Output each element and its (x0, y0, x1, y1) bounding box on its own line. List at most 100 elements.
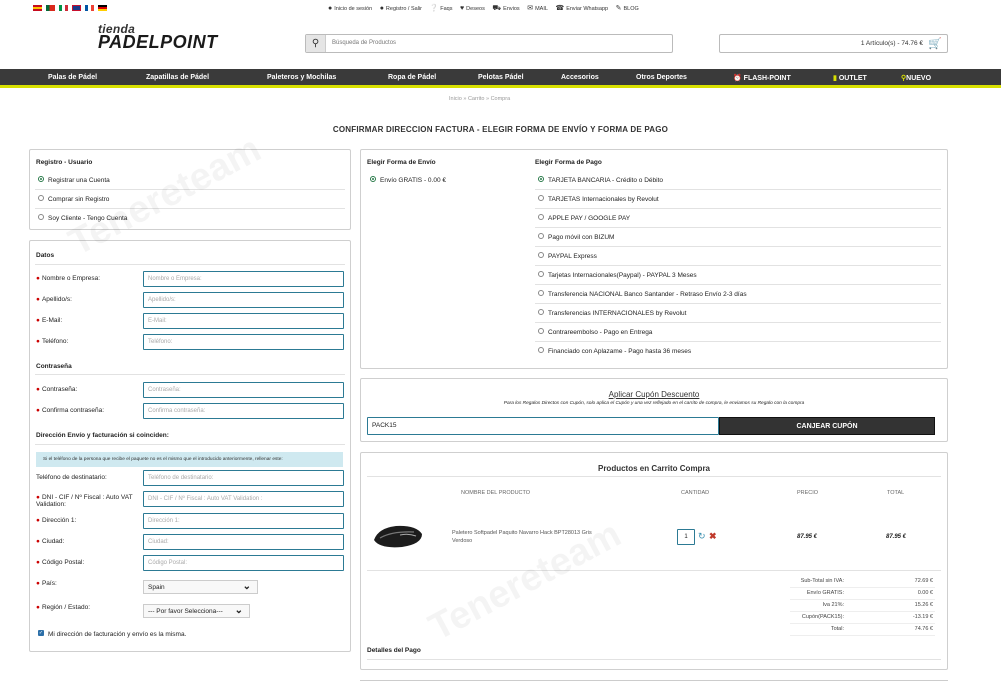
canjear-cupon-button[interactable]: CANJEAR CUPÓN (719, 417, 935, 435)
nav-item-nuevo[interactable]: ⚲NUEVO (901, 74, 931, 82)
surname-label: ● Apellido/s: (36, 296, 72, 303)
total-label: Cupón(PACK15): (801, 614, 844, 620)
envio-option-gratis[interactable]: Envío GRATIS - 0.00 € (370, 176, 446, 184)
nav-item-ropa[interactable]: Ropa de Pádel (388, 74, 436, 81)
top-links: ● Inicio de sesión ● Registro / Salir ❔ Faq… (328, 4, 645, 13)
carrito-panel (360, 452, 948, 670)
register-link[interactable]: ● Registro / Salir (379, 5, 422, 12)
site-logo[interactable]: tienda PADELPOINT (98, 22, 218, 53)
envio-title: Elegir Forma de Envío (367, 159, 436, 166)
product-price: 87.95 € (797, 534, 818, 540)
radio-selected-icon (38, 176, 44, 183)
name-field[interactable]: Nombre o Empresa: (143, 271, 344, 287)
search-input[interactable]: Búsqueda de Productos (332, 40, 396, 46)
whatsapp-link[interactable]: ☎ Enviar Whatsapp (555, 5, 608, 12)
flag-pt-icon[interactable] (46, 5, 55, 12)
region-select[interactable]: --- Por favor Selecciona--- ⌄ (143, 604, 250, 618)
country-select[interactable]: Spain ⌄ (143, 580, 258, 594)
postal-code-label: ● Código Postal: (36, 559, 85, 566)
radio-selected-icon (370, 176, 376, 183)
login-link[interactable]: ● Inicio de sesión (328, 5, 372, 12)
whatsapp-icon: ☎ (555, 5, 565, 12)
pago-option[interactable]: TARJETA BANCARIA - Crédito o Débito (538, 176, 663, 184)
flag-gb-icon[interactable] (72, 5, 81, 12)
nav-item-accesorios[interactable]: Accesorios (561, 74, 599, 81)
pago-option[interactable]: Transferencias INTERNACIONALES by Revolu… (538, 309, 686, 317)
registro-title: Registro - Usuario (36, 159, 93, 166)
pago-option[interactable]: Transferencia NACIONAL Banco Santander -… (538, 290, 747, 298)
flag-de-icon[interactable] (98, 5, 107, 12)
pago-option[interactable]: Pago móvil con BIZUM (538, 233, 614, 241)
phone-field[interactable]: Teléfono: (143, 334, 344, 350)
surname-field[interactable]: Apellido/s: (143, 292, 344, 308)
product-image[interactable] (372, 522, 424, 550)
pago-title: Elegir Forma de Pago (535, 159, 602, 166)
address-field[interactable]: Dirección 1: (143, 513, 344, 529)
flag-es-icon[interactable] (33, 5, 42, 12)
flag-fr-icon[interactable] (85, 5, 94, 12)
phone-label: ● Teléfono: (36, 338, 69, 345)
radio-icon (538, 252, 544, 259)
pago-option[interactable]: Financiado con Aplazame - Pago hasta 36 … (538, 347, 691, 355)
nav-item-palas[interactable]: Palas de Pádel (48, 74, 97, 81)
chevron-down-icon: ⌄ (242, 581, 251, 592)
pago-option[interactable]: Tarjetas Internacionales(Paypal) - PAYPA… (538, 271, 697, 279)
radio-icon (538, 195, 544, 202)
nav-item-otros[interactable]: Otros Deportes (636, 74, 687, 81)
confirm-password-field[interactable]: Confirma contraseña: (143, 403, 344, 419)
pago-option[interactable]: APPLE PAY / GOOGLE PAY (538, 214, 630, 222)
total-value: 72.69 € (914, 578, 933, 584)
nav-item-pelotas[interactable]: Pelotas Pádel (478, 74, 524, 81)
cupon-input[interactable]: PACK15 (367, 417, 719, 435)
radio-icon (38, 214, 44, 221)
registro-option-login[interactable]: Soy Cliente - Tengo Cuenta (38, 214, 127, 222)
pencil-icon: ✎ (615, 5, 622, 12)
user-icon: ● (328, 5, 333, 12)
city-label: ● Ciudad: (36, 538, 65, 545)
same-address-checkbox[interactable]: ✓ Mi dirección de facturación y envío es … (38, 630, 186, 638)
mail-icon: ✉ (527, 5, 534, 12)
mail-link[interactable]: ✉ MAIL (527, 5, 548, 12)
search-icon[interactable]: ⚲ (306, 35, 326, 52)
nav-item-flash[interactable]: ⏰ FLASH-POINT (733, 74, 791, 82)
blog-link[interactable]: ✎ BLOG (615, 5, 639, 12)
nav-item-zapatillas[interactable]: Zapatillas de Pádel (146, 74, 209, 81)
flag-it-icon[interactable] (59, 5, 68, 12)
refresh-icon[interactable]: ↻ (698, 531, 706, 542)
carrito-title: Productos en Carrito Compra (597, 464, 710, 473)
postal-code-field[interactable]: Código Postal: (143, 555, 344, 571)
bookmark-icon: ▮ (833, 75, 837, 82)
total-value: 0.00 € (917, 590, 933, 596)
city-field[interactable]: Ciudad: (143, 534, 344, 550)
delete-icon[interactable]: ✖ (709, 531, 717, 542)
quantity-field[interactable]: 1 (677, 529, 695, 545)
registro-option-register[interactable]: Registrar una Cuenta (38, 176, 110, 184)
col-total: TOTAL (887, 490, 905, 496)
truck-icon: ⛟ (492, 5, 502, 12)
pago-option[interactable]: TARJETAS Internacionales by Revolut (538, 195, 659, 203)
breadcrumb: Inicio » Carrito » Compra (449, 96, 511, 102)
shipping-link[interactable]: ⛟ Envios (492, 5, 519, 12)
pago-option[interactable]: PAYPAL Express (538, 252, 597, 260)
nav-item-outlet[interactable]: ▮ OUTLET (833, 74, 867, 82)
cart-summary[interactable]: 1 Artículo(s) - 74.76 € 🛒 (719, 34, 948, 53)
address-title: Dirección Envío y facturación si coincid… (36, 432, 169, 439)
wishlist-link[interactable]: ♥ Deseos (460, 5, 485, 12)
total-label: Envío GRATIS: (806, 590, 844, 596)
password-label: ● Contraseña: (36, 386, 78, 393)
pago-option[interactable]: Contrareembolso - Pago en Entrega (538, 328, 652, 336)
password-field[interactable]: Contraseña: (143, 382, 344, 398)
cupon-title[interactable]: Aplicar Cupón Descuento (360, 390, 948, 399)
registro-option-guest[interactable]: Comprar sin Registro (38, 195, 109, 203)
alarm-icon: ⏰ (733, 75, 742, 82)
email-field[interactable]: E-Mail: (143, 313, 344, 329)
region-label: ● Región / Estado: (36, 604, 90, 611)
faqs-link[interactable]: ❔ Faqs (430, 5, 453, 12)
total-label: Sub-Total sin IVA: (800, 578, 844, 584)
nav-item-paleteros[interactable]: Paleteros y Mochilas (267, 74, 336, 81)
radio-icon (538, 271, 544, 278)
recipient-phone-field[interactable]: Teléfono de destinatario: (143, 470, 344, 486)
product-name[interactable]: Paletero Softpadel Paquito Navarro Hack … (452, 529, 612, 545)
user-plus-icon: ● (379, 5, 384, 12)
dni-field[interactable]: DNI - CIF / Nº Fiscal : Auto VAT Validat… (143, 491, 344, 507)
